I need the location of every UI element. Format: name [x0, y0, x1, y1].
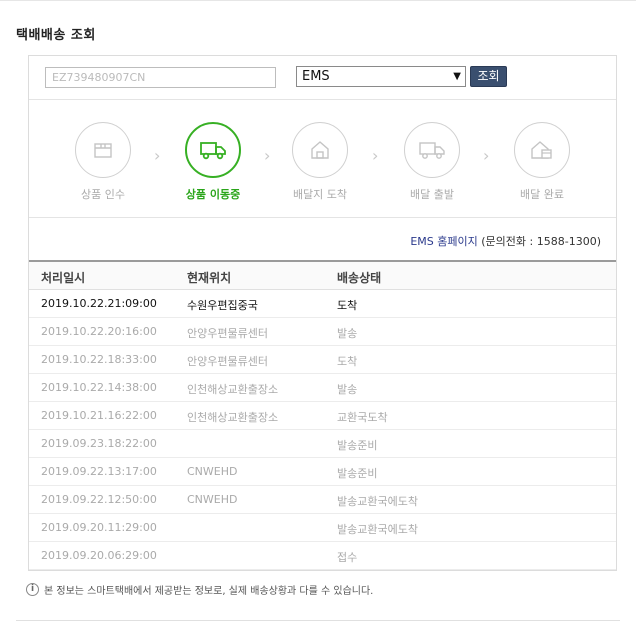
carrier-homepage-link[interactable]: EMS 홈페이지 — [410, 235, 477, 248]
tracking-table: 처리일시 현재위치 배송상태 2019.10.22.21:09:00 수원우편집중… — [29, 260, 616, 570]
cell-status: 발송준비 — [337, 467, 378, 480]
column-header-status: 배송상태 — [337, 271, 382, 285]
table-row: 2019.09.20.06:29:00 접수 — [29, 542, 616, 570]
cell-status: 교환국도착 — [337, 411, 388, 424]
cell-location: CNWEHD — [187, 493, 238, 506]
step-in-transit: 상품 이동중 — [173, 122, 253, 202]
table-row: 2019.09.20.11:29:00 발송교환국에도착 — [29, 514, 616, 542]
table-row: 2019.09.22.12:50:00 CNWEHD 발송교환국에도착 — [29, 486, 616, 514]
carrier-select[interactable]: EMS ▼ — [296, 66, 466, 87]
info-icon: i — [26, 583, 39, 596]
page-title: 택배배송 조회 — [16, 28, 96, 43]
table-header: 처리일시 현재위치 배송상태 — [29, 260, 616, 290]
disclaimer-note: i 본 정보는 스마트택배에서 제공받는 정보로, 실제 배송상황과 다를 수 … — [26, 582, 373, 597]
table-body: 2019.10.22.21:09:00 수원우편집중국 도착 2019.10.22.2… — [29, 290, 616, 570]
step-delivered: 배달 완료 — [502, 122, 582, 202]
cell-location: CNWEHD — [187, 465, 238, 478]
bottom-divider — [16, 620, 620, 621]
cell-status: 발송 — [337, 383, 358, 396]
step-arrived: 배달지 도착 — [280, 122, 360, 202]
cell-datetime: 2019.09.22.13:17:00 — [41, 465, 157, 478]
cell-datetime: 2019.10.21.16:22:00 — [41, 409, 157, 422]
chevron-right-icon: › — [154, 146, 161, 165]
table-row: 2019.10.22.18:33:00 안양우편물류센터 도착 — [29, 346, 616, 374]
chevron-right-icon: › — [264, 146, 271, 165]
cell-status: 접수 — [337, 551, 358, 564]
box-icon — [75, 122, 131, 178]
house-package-icon — [514, 122, 570, 178]
house-icon — [292, 122, 348, 178]
cell-status: 발송교환국에도착 — [337, 523, 418, 536]
cell-location: 안양우편물류센터 — [187, 355, 268, 368]
dropdown-arrow-icon: ▼ — [453, 71, 461, 82]
truck-icon — [185, 122, 241, 178]
table-row: 2019.09.22.13:17:00 CNWEHD 발송준비 — [29, 458, 616, 486]
cell-location: 수원우편집중국 — [187, 299, 258, 312]
table-row: 2019.10.22.14:38:00 인천해상교환출장소 발송 — [29, 374, 616, 402]
cell-status: 도착 — [337, 299, 358, 312]
step-received: 상품 인수 — [63, 122, 143, 202]
search-row: EZ739480907CN EMS ▼ 조회 — [29, 56, 616, 100]
cell-status: 발송 — [337, 327, 358, 340]
disclaimer-text: 본 정보는 스마트택배에서 제공받는 정보로, 실제 배송상황과 다를 수 있습… — [44, 586, 374, 597]
cell-datetime: 2019.10.22.14:38:00 — [41, 381, 157, 394]
cell-datetime: 2019.10.22.21:09:00 — [41, 297, 157, 310]
search-button[interactable]: 조회 — [470, 66, 507, 87]
cell-datetime: 2019.10.22.20:16:00 — [41, 325, 157, 338]
column-header-datetime: 처리일시 — [41, 271, 86, 285]
cell-status: 발송준비 — [337, 439, 378, 452]
cell-datetime: 2019.09.23.18:22:00 — [41, 437, 157, 450]
cell-status: 도착 — [337, 355, 358, 368]
carrier-phone: (문의전화 : 1588-1300) — [481, 235, 601, 248]
chevron-right-icon: › — [483, 146, 490, 165]
table-row: 2019.10.22.20:16:00 안양우편물류센터 발송 — [29, 318, 616, 346]
step-label: 배달 출발 — [410, 188, 454, 201]
table-row: 2019.09.23.18:22:00 발송준비 — [29, 430, 616, 458]
tracking-panel: EZ739480907CN EMS ▼ 조회 상품 인수 › 상품 이동중 › — [28, 55, 617, 571]
cell-datetime: 2019.09.22.12:50:00 — [41, 493, 157, 506]
cell-datetime: 2019.09.20.11:29:00 — [41, 521, 157, 534]
cell-datetime: 2019.10.22.18:33:00 — [41, 353, 157, 366]
chevron-right-icon: › — [372, 146, 379, 165]
table-row: 2019.10.21.16:22:00 인천해상교환출장소 교환국도착 — [29, 402, 616, 430]
step-label: 배달지 도착 — [292, 188, 348, 201]
tracking-number-input[interactable]: EZ739480907CN — [45, 67, 276, 88]
cell-location: 인천해상교환출장소 — [187, 383, 279, 396]
cell-status: 발송교환국에도착 — [337, 495, 418, 508]
cell-datetime: 2019.09.20.06:29:00 — [41, 549, 157, 562]
step-out-for-delivery: 배달 출발 — [392, 122, 472, 202]
step-label: 상품 이동중 — [185, 188, 241, 201]
step-label: 상품 인수 — [81, 188, 125, 201]
cell-location: 안양우편물류센터 — [187, 327, 268, 340]
top-divider — [0, 0, 636, 1]
carrier-info: EMS 홈페이지 (문의전화 : 1588-1300) — [29, 218, 616, 260]
column-header-location: 현재위치 — [187, 271, 232, 285]
delivery-progress: 상품 인수 › 상품 이동중 › 배달지 도착 › 배달 출발 › 배달 완료 — [29, 100, 616, 218]
step-label: 배달 완료 — [520, 188, 564, 201]
carrier-select-value: EMS — [302, 69, 330, 84]
delivery-truck-icon — [404, 122, 460, 178]
table-row: 2019.10.22.21:09:00 수원우편집중국 도착 — [29, 290, 616, 318]
cell-location: 인천해상교환출장소 — [187, 411, 279, 424]
